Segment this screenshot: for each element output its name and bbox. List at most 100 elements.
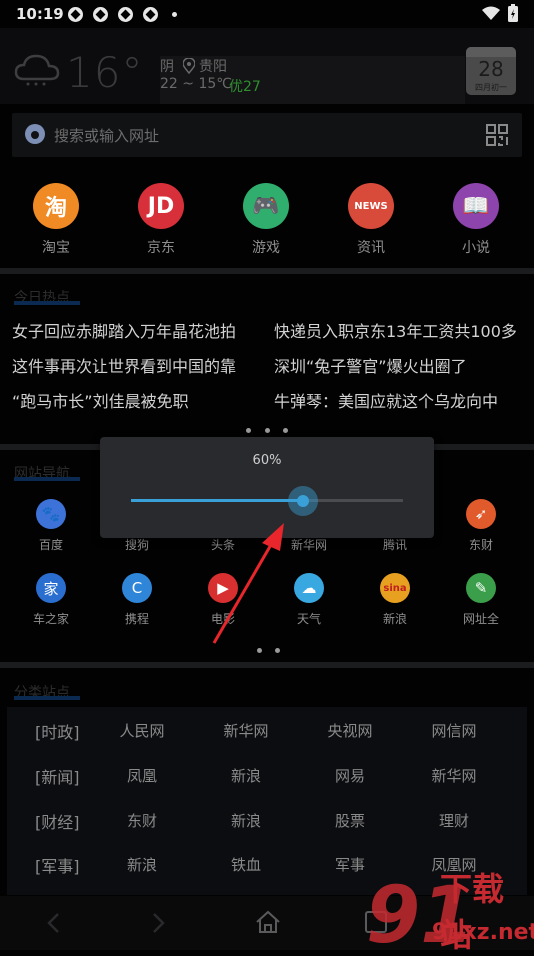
wifi-icon (482, 6, 500, 20)
category-link[interactable]: 东财 (102, 810, 182, 831)
site-glyph: 🐾 (41, 505, 61, 523)
news-headline[interactable]: “跑马市长”刘佳晨被免职 (12, 388, 252, 412)
search-input[interactable]: 搜索或输入网址 (12, 113, 522, 157)
calendar-day: 28 (478, 57, 504, 81)
news-headline[interactable]: 女子回应赤脚踏入万年晶花池拍 (12, 318, 252, 342)
watermark-logo: 91 下载站 91xz.net (364, 862, 534, 954)
shortcut-label: 京东 (147, 240, 175, 256)
site-glyph: ✎ (474, 579, 488, 597)
section-divider (0, 268, 534, 274)
shortcut-glyph: JD (147, 193, 175, 219)
site-link[interactable]: sina 新浪 (355, 573, 435, 627)
category-link[interactable]: 央视网 (310, 720, 390, 741)
category-link[interactable]: 铁血 (206, 854, 286, 875)
shortcut-glyph: 🎮 (252, 193, 280, 219)
shortcut-item[interactable]: 淘淘宝 (16, 183, 96, 257)
shortcut-label: 资讯 (357, 240, 385, 256)
site-link[interactable]: 家车之家 (11, 573, 91, 627)
temperature-range: 22 ~ 15℃ (160, 76, 232, 92)
site-glyph: 家 (43, 579, 59, 598)
battery-icon (508, 4, 518, 22)
home-icon[interactable] (255, 910, 281, 934)
category-link[interactable]: 股票 (310, 810, 390, 831)
shortcut-glyph: 淘 (44, 196, 67, 221)
shortcut-item[interactable]: NEWS 资讯 (331, 183, 411, 257)
category-link[interactable]: 人民网 (102, 720, 182, 741)
category-link[interactable]: 网易 (310, 765, 390, 786)
back-icon[interactable] (46, 912, 60, 934)
status-time: 10:19 (16, 5, 64, 23)
location-pin-icon (183, 58, 195, 74)
site-label: 新浪 (382, 612, 407, 626)
site-icon: ✎ (466, 573, 496, 603)
site-icon: C (122, 573, 152, 603)
brightness-slider-thumb[interactable] (288, 486, 318, 516)
site-glyph: ☁ (301, 579, 317, 597)
news-headline[interactable]: 牛弹琴：美国应就这个乌龙向中 (274, 388, 529, 412)
category-heading[interactable]: [财经] (35, 809, 80, 833)
page-dot (265, 428, 270, 433)
more-notifications-icon (172, 12, 177, 17)
shortcut-item[interactable]: 🎮 游戏 (226, 183, 306, 257)
site-label: 搜狗 (124, 538, 149, 552)
shortcut-item[interactable]: JD 京东 (121, 183, 201, 257)
qr-scan-icon[interactable] (486, 124, 508, 146)
category-link[interactable]: 新浪 (206, 765, 286, 786)
brightness-slider-fill (131, 499, 303, 502)
page-dot-active (283, 428, 288, 433)
category-link[interactable]: 新浪 (102, 854, 182, 875)
site-link[interactable]: 🐾 百度 (11, 499, 91, 553)
site-link[interactable]: ✎ 网址全 (441, 573, 521, 627)
shortcut-label: 淘宝 (42, 240, 70, 256)
category-heading[interactable]: [军事] (35, 853, 80, 877)
search-placeholder: 搜索或输入网址 (54, 127, 160, 145)
category-link[interactable]: 新浪 (206, 810, 286, 831)
shortcut-icon: 淘 (33, 183, 79, 229)
site-label: 百度 (38, 538, 63, 552)
weather-widget[interactable]: 16° 阴 贵阳 22 ~ 15℃ 优27 28 四月初一 (0, 28, 534, 104)
site-link[interactable]: ➶ 东财 (441, 499, 521, 553)
site-label: 车之家 (32, 612, 69, 626)
shortcut-glyph: 📖 (462, 193, 490, 219)
calendar-lunar-date: 四月初一 (475, 83, 507, 92)
shortcut-label: 游戏 (252, 240, 280, 256)
category-link[interactable]: 理财 (414, 810, 494, 831)
notification-icon (68, 7, 83, 22)
site-glyph: sina (383, 582, 407, 594)
site-label: 腾讯 (382, 538, 407, 552)
site-label: 东财 (468, 538, 493, 552)
category-link[interactable]: 新华网 (414, 765, 494, 786)
annotation-arrow (212, 523, 284, 644)
shortcut-icon: 🎮 (243, 183, 289, 229)
site-nav-title: 网站导航 (14, 463, 80, 483)
category-link[interactable]: 新华网 (206, 720, 286, 741)
site-icon: ➶ (466, 499, 496, 529)
news-headline[interactable]: 这件事再次让世界看到中国的靠 (12, 353, 252, 377)
baidu-paw-icon (25, 124, 45, 144)
category-link[interactable]: 凤凰 (102, 765, 182, 786)
shortcut-item[interactable]: 📖 小说 (436, 183, 516, 257)
category-heading[interactable]: [新闻] (35, 764, 80, 788)
category-link[interactable]: 网信网 (414, 720, 494, 741)
shortcut-glyph: NEWS (354, 200, 388, 212)
site-label: 网址全 (462, 612, 499, 626)
site-icon: sina (380, 573, 410, 603)
news-headline[interactable]: 深圳“兔子警官”爆火出圈了 (274, 353, 529, 377)
forward-icon[interactable] (152, 912, 166, 934)
news-headline[interactable]: 快递员入职京东13年工资共100多 (274, 318, 529, 342)
weather-condition: 阴 (160, 59, 174, 75)
page-dot (246, 428, 251, 433)
site-icon: 家 (36, 573, 66, 603)
notification-icon (93, 7, 108, 22)
site-link[interactable]: C 携程 (97, 573, 177, 627)
air-quality: 优27 (229, 79, 261, 95)
hot-news-title: 今日热点 (14, 287, 80, 307)
shortcut-icon: JD (138, 183, 184, 229)
shortcut-icon: 📖 (453, 183, 499, 229)
calendar-icon[interactable]: 28 四月初一 (466, 47, 516, 95)
brightness-value: 60% (252, 453, 282, 468)
status-bar: 10:19 (0, 0, 534, 28)
category-heading[interactable]: [时政] (35, 719, 80, 743)
notification-icon (118, 7, 133, 22)
site-glyph: ➶ (474, 505, 488, 523)
